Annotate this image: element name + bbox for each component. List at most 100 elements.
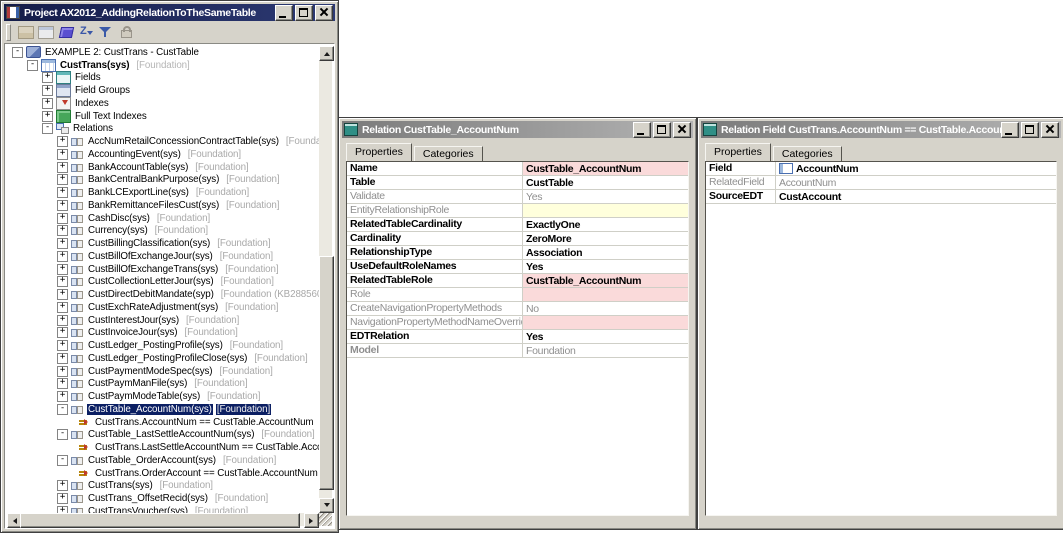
project-titlebar[interactable]: Project AX2012_AddingRelationToTheSameTa…: [4, 4, 335, 21]
tree-item[interactable]: +CustPaymManFile(sys)[Foundation]: [7, 378, 319, 391]
property-row[interactable]: RelatedTableRoleCustTable_AccountNum: [347, 274, 688, 288]
property-value[interactable]: [523, 316, 688, 329]
expand-icon[interactable]: +: [57, 327, 68, 338]
property-row[interactable]: NameCustTable_AccountNum: [347, 162, 688, 176]
horizontal-scrollbar[interactable]: [7, 513, 319, 526]
tree-item[interactable]: -CustTable_OrderAccount(sys)[Foundation]: [7, 454, 319, 467]
close-icon[interactable]: [673, 122, 691, 138]
property-value[interactable]: Yes: [523, 260, 688, 273]
expand-icon[interactable]: +: [57, 136, 68, 147]
property-row[interactable]: RelatedFieldAccountNum: [706, 176, 1056, 190]
tree-item[interactable]: +CustInvoiceJour(sys)[Foundation]: [7, 327, 319, 340]
vertical-scrollbar[interactable]: [319, 46, 332, 513]
resize-grip[interactable]: [319, 513, 332, 526]
property-value[interactable]: Association: [523, 246, 688, 259]
maximize-icon[interactable]: [295, 5, 313, 21]
expand-icon[interactable]: +: [57, 289, 68, 300]
tree-item[interactable]: +CustPaymentModeSpec(sys)[Foundation]: [7, 365, 319, 378]
tree-item[interactable]: +CustBillingClassification(sys)[Foundati…: [7, 237, 319, 250]
expand-icon[interactable]: +: [57, 251, 68, 262]
collapse-icon[interactable]: -: [27, 60, 38, 71]
close-icon[interactable]: [1041, 122, 1059, 138]
horizontal-scroll-thumb[interactable]: [20, 513, 300, 528]
expand-icon[interactable]: +: [57, 200, 68, 211]
tree-item[interactable]: CustTrans.LastSettleAccountNum == CustTa…: [7, 441, 319, 454]
expand-icon[interactable]: +: [57, 340, 68, 351]
tree-item[interactable]: +Full Text Indexes: [7, 110, 319, 123]
expand-icon[interactable]: +: [57, 480, 68, 491]
expand-icon[interactable]: +: [57, 391, 68, 402]
tree-item[interactable]: +CustTrans(sys)[Foundation]: [7, 480, 319, 493]
expand-icon[interactable]: +: [57, 315, 68, 326]
property-row[interactable]: UseDefaultRoleNamesYes: [347, 260, 688, 274]
expand-icon[interactable]: +: [57, 276, 68, 287]
tree-item[interactable]: +CustPaymModeTable(sys)[Foundation]: [7, 390, 319, 403]
tree-item[interactable]: -CustTable_LastSettleAccountNum(sys)[Fou…: [7, 429, 319, 442]
property-value[interactable]: CustTable: [523, 176, 688, 189]
expand-icon[interactable]: +: [57, 302, 68, 313]
tree-item[interactable]: +AccountingEvent(sys)[Foundation]: [7, 148, 319, 161]
tree-item[interactable]: +Fields: [7, 72, 319, 85]
tree-item[interactable]: +Indexes: [7, 97, 319, 110]
property-row[interactable]: RelationshipTypeAssociation: [347, 246, 688, 260]
filter-button[interactable]: [96, 23, 116, 42]
expand-icon[interactable]: +: [57, 187, 68, 198]
expand-icon[interactable]: +: [57, 366, 68, 377]
expand-icon[interactable]: +: [57, 378, 68, 389]
minimize-icon[interactable]: [275, 5, 293, 21]
tab-properties[interactable]: Properties: [705, 143, 771, 161]
import-button[interactable]: [76, 23, 96, 42]
close-icon[interactable]: [315, 5, 333, 21]
property-row[interactable]: NavigationPropertyMethodNameOverride: [347, 316, 688, 330]
tree-item[interactable]: +AccNumRetailConcessionContractTable(sys…: [7, 135, 319, 148]
property-value[interactable]: Yes: [523, 330, 688, 343]
scroll-down-icon[interactable]: [319, 498, 334, 513]
maximize-icon[interactable]: [653, 122, 671, 138]
property-value[interactable]: ExactlyOne: [523, 218, 688, 231]
tree-item[interactable]: +CustInterestJour(sys)[Foundation]: [7, 314, 319, 327]
tree-item[interactable]: +BankAccountTable(sys)[Foundation]: [7, 161, 319, 174]
property-value[interactable]: CustTable_AccountNum: [523, 162, 688, 175]
maximize-icon[interactable]: [1021, 122, 1039, 138]
tree-item[interactable]: -CustTable_AccountNum(sys)[Foundation]: [7, 403, 319, 416]
tab-categories[interactable]: Categories: [773, 146, 842, 161]
property-row[interactable]: Role: [347, 288, 688, 302]
tree-item[interactable]: +BankCentralBankPurpose(sys)[Foundation]: [7, 174, 319, 187]
tree-item[interactable]: +Field Groups: [7, 84, 319, 97]
collapse-icon[interactable]: -: [12, 47, 23, 58]
property-row[interactable]: ModelFoundation: [347, 344, 688, 358]
vertical-scroll-thumb[interactable]: [319, 256, 334, 490]
tree-item[interactable]: +CustTransVoucher(sys)[Foundation]: [7, 505, 319, 513]
toolbar-grip[interactable]: [6, 24, 11, 41]
property-row[interactable]: CardinalityZeroMore: [347, 232, 688, 246]
collapse-icon[interactable]: -: [57, 429, 68, 440]
collapse-icon[interactable]: -: [42, 123, 53, 134]
tree-item[interactable]: CustTrans.OrderAccount == CustTable.Acco…: [7, 467, 319, 480]
compile-button[interactable]: [56, 23, 76, 42]
scroll-right-icon[interactable]: [304, 513, 319, 528]
lock-button[interactable]: [116, 23, 136, 42]
property-row[interactable]: SourceEDTCustAccount: [706, 190, 1056, 204]
tree-item[interactable]: -Relations: [7, 123, 319, 136]
tree-item[interactable]: +CustLedger_PostingProfileClose(sys)[Fou…: [7, 352, 319, 365]
tree-item[interactable]: +CustDirectDebitMandate(syp)[Foundation …: [7, 288, 319, 301]
tree-item[interactable]: +Currency(sys)[Foundation]: [7, 225, 319, 238]
tree-item[interactable]: +CustExchRateAdjustment(sys)[Foundation]: [7, 301, 319, 314]
tree-item[interactable]: +CashDisc(sys)[Foundation]: [7, 212, 319, 225]
tab-properties[interactable]: Properties: [346, 143, 412, 161]
tree-item[interactable]: +CustBillOfExchangeJour(sys)[Foundation]: [7, 250, 319, 263]
property-row[interactable]: ValidateYes: [347, 190, 688, 204]
property-value[interactable]: AccountNum: [776, 162, 1056, 175]
tree-item[interactable]: +CustLedger_PostingProfile(sys)[Foundati…: [7, 339, 319, 352]
collapse-icon[interactable]: -: [57, 455, 68, 466]
tree-item[interactable]: CustTrans.AccountNum == CustTable.Accoun…: [7, 416, 319, 429]
property-row[interactable]: EDTRelationYes: [347, 330, 688, 344]
scroll-up-icon[interactable]: [319, 46, 334, 61]
open-button[interactable]: [16, 23, 36, 42]
property-row[interactable]: EntityRelationshipRole: [347, 204, 688, 218]
tree-item[interactable]: -CustTrans(sys)[Foundation]: [7, 59, 319, 72]
collapse-icon[interactable]: -: [57, 404, 68, 415]
expand-icon[interactable]: +: [57, 264, 68, 275]
relation-titlebar[interactable]: Relation CustTable_AccountNum: [342, 121, 693, 138]
expand-icon[interactable]: +: [42, 111, 53, 122]
